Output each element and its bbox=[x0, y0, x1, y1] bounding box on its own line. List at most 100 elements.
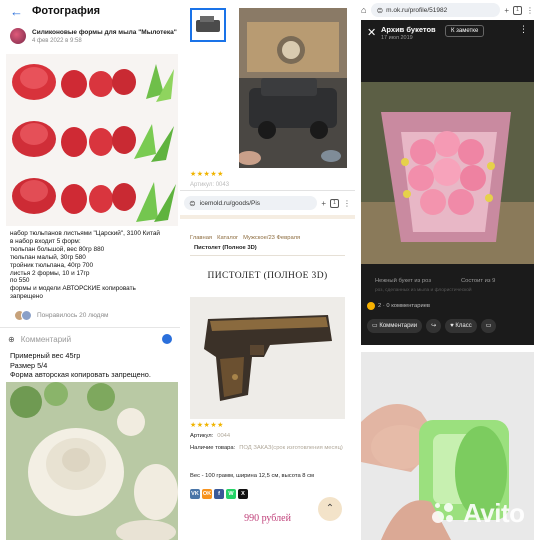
class-button[interactable]: ♥ Класс bbox=[445, 319, 477, 333]
url-text[interactable]: icemold.ru/goods/Pis bbox=[200, 200, 260, 207]
tabs-button[interactable]: 1 bbox=[513, 5, 522, 15]
rating-stars: ★★★★★ bbox=[190, 171, 224, 178]
car-soap-image bbox=[239, 8, 347, 168]
description-line: по 550 bbox=[10, 277, 30, 285]
post-header: ← Фотография bbox=[0, 0, 180, 22]
caption-line: Примерный вес 45гр bbox=[10, 351, 81, 360]
album-title[interactable]: Архив букетов bbox=[381, 25, 436, 34]
header-band bbox=[180, 215, 355, 219]
share-facebook-button[interactable]: f bbox=[214, 489, 224, 499]
comments-label: Комментарии bbox=[379, 323, 418, 329]
url-text[interactable]: m.ok.ru/profile/51982 bbox=[386, 7, 447, 14]
home-icon[interactable]: ⌂ bbox=[361, 5, 366, 15]
breadcrumb-current: Пистолет (Полное 3D) bbox=[194, 245, 257, 251]
related-title[interactable]: Нежный букет из роз bbox=[375, 278, 431, 284]
caption-line: Форма авторская копировать запрещено. bbox=[10, 370, 151, 379]
breadcrumb-item[interactable]: Мужское/23 Февраля bbox=[243, 235, 300, 241]
close-icon[interactable]: ✕ bbox=[367, 26, 376, 39]
related-title[interactable]: Состоит из 9 bbox=[461, 278, 495, 284]
listing-panel: ★★★★★ Артикул: 0043 ⊜ icemold.ru/goods/P… bbox=[180, 0, 355, 540]
liker-avatar bbox=[21, 310, 32, 321]
photo-viewer: ✕ Архив букетов 17 июл 2019 К заметке ⋮ bbox=[361, 20, 534, 345]
divider bbox=[0, 327, 180, 328]
class-label: Класс bbox=[455, 323, 472, 329]
article-label: Артикул: bbox=[190, 433, 214, 439]
more-icon[interactable]: ⋮ bbox=[519, 24, 528, 35]
ok-panel: ⌂ ⊜ m.ok.ru/profile/51982 + 1 ⋮ ✕ Архив … bbox=[355, 0, 540, 540]
product-specs: Вес - 100 грамм, ширина 12,5 см, высота … bbox=[190, 473, 315, 479]
scroll-up-button[interactable]: ⌃ bbox=[318, 497, 342, 521]
page-title: Фотография bbox=[32, 5, 101, 17]
author-name[interactable]: Силиконовые формы для мыла "Мылотека" bbox=[32, 29, 177, 36]
description-line: в набор входит 5 форм: bbox=[10, 237, 81, 245]
share-x-button[interactable]: X bbox=[238, 489, 248, 499]
breadcrumb-item[interactable]: Каталог bbox=[217, 235, 238, 241]
description-line: формы и модели АВТОРСКИЕ копировать bbox=[10, 285, 136, 293]
share-whatsapp-button[interactable]: W bbox=[226, 489, 236, 499]
article-value: 0044 bbox=[217, 433, 231, 439]
description-line: запрещено bbox=[10, 293, 43, 301]
product-title: ПИСТОЛЕТ (ПОЛНОЕ 3D) bbox=[207, 271, 328, 281]
album-date: 17 июл 2019 bbox=[381, 35, 413, 41]
avito-logo-icon bbox=[430, 499, 460, 529]
menu-icon[interactable]: ⋮ bbox=[526, 6, 534, 15]
availability-row: Наличие товара: ПОД ЗАКАЗ(срок изготовлен… bbox=[190, 445, 343, 451]
tabs-button[interactable]: 1 bbox=[330, 198, 339, 208]
attach-icon[interactable]: ⊕ bbox=[8, 335, 15, 344]
tulip-photo[interactable] bbox=[6, 54, 178, 226]
class-icon bbox=[367, 302, 375, 310]
divider bbox=[190, 255, 345, 256]
description-line: листья 2 формы, 10 и 17гр bbox=[10, 269, 90, 277]
caption-line: Размер 5/4 bbox=[10, 360, 48, 370]
peek-text: Артикул: 0043 bbox=[190, 182, 230, 188]
breadcrumb: Главная Каталог Мужское/23 Февраля bbox=[190, 235, 300, 241]
new-tab-icon[interactable]: + bbox=[504, 6, 509, 15]
post-author[interactable]: Силиконовые формы для мыла "Мылотека" 4 … bbox=[10, 28, 177, 44]
thumbnail[interactable] bbox=[190, 8, 226, 42]
availability-label: Наличие товара: bbox=[190, 445, 236, 451]
availability-value: ПОД ЗАКАЗ(срок изготовления месяц) bbox=[239, 445, 343, 451]
new-tab-icon[interactable]: + bbox=[321, 199, 326, 208]
peony-photo[interactable] bbox=[6, 382, 178, 540]
send-icon[interactable] bbox=[162, 334, 172, 344]
peony-soap-image bbox=[6, 382, 178, 540]
share-button[interactable]: ↪ bbox=[426, 319, 442, 333]
article-row: Артикул: 0044 bbox=[190, 433, 230, 439]
post-date: 4 фев 2022 в 9:58 bbox=[32, 37, 82, 44]
bouquet-photo[interactable] bbox=[361, 82, 534, 264]
breadcrumb-item[interactable]: Главная bbox=[190, 235, 212, 241]
likes-row[interactable]: Понравилось 20 людям bbox=[14, 310, 108, 321]
share-ok-button[interactable]: OK bbox=[202, 489, 212, 499]
avatar[interactable] bbox=[10, 28, 26, 44]
back-arrow-icon[interactable]: ← bbox=[10, 4, 26, 19]
share-vk-button[interactable]: VK bbox=[190, 489, 200, 499]
avito-wordmark: Avito bbox=[463, 498, 525, 528]
lock-icon: ⊜ bbox=[376, 5, 384, 15]
url-field[interactable]: ⊜ m.ok.ru/profile/51982 bbox=[371, 3, 501, 17]
description-line: тюльпан малый, 30гр 580 bbox=[10, 253, 86, 261]
more-actions-button[interactable]: ▭ bbox=[480, 319, 497, 333]
collage: ← Фотография Силиконовые формы для мыла … bbox=[0, 0, 540, 540]
photo-stats: 2 · 0 комментариев bbox=[367, 302, 430, 310]
rating-stars: ★★★★★ bbox=[190, 422, 224, 429]
product-photo[interactable] bbox=[190, 297, 345, 419]
comments-button[interactable]: ▭ Комментарии bbox=[367, 319, 423, 333]
menu-icon[interactable]: ⋮ bbox=[343, 199, 351, 208]
description-line: тюльпан большой, вес 80гр 880 bbox=[10, 245, 105, 253]
bookmark-button[interactable]: К заметке bbox=[445, 25, 485, 37]
lock-icon: ⊜ bbox=[189, 198, 196, 208]
post-description: набор тюльпанов листьями "Царский", 3100… bbox=[10, 230, 175, 301]
rose-bouquet-image bbox=[361, 82, 534, 264]
related-subtitle: роз, сделанных из мыла и флористической bbox=[375, 288, 472, 293]
avito-watermark: Avito bbox=[430, 498, 525, 529]
url-field[interactable]: ⊜ icemold.ru/goods/Pis bbox=[184, 196, 318, 210]
address-bar: ⊜ icemold.ru/goods/Pis + 1 ⋮ bbox=[184, 194, 351, 212]
post-caption: Примерный вес 45гр Размер 5/4 Форма авто… bbox=[10, 351, 151, 380]
car-soap-photo[interactable] bbox=[239, 8, 347, 168]
share-buttons: VK OK f W X bbox=[190, 489, 248, 499]
car-soap-thumbnail bbox=[192, 10, 224, 40]
browser-window: ⊜ icemold.ru/goods/Pis + 1 ⋮ Главная Кат… bbox=[180, 190, 355, 540]
comment-input[interactable]: Комментарий bbox=[21, 335, 162, 344]
post-panel: ← Фотография Силиконовые формы для мыла … bbox=[0, 0, 180, 540]
likes-count[interactable]: Понравилось 20 людям bbox=[37, 312, 108, 319]
